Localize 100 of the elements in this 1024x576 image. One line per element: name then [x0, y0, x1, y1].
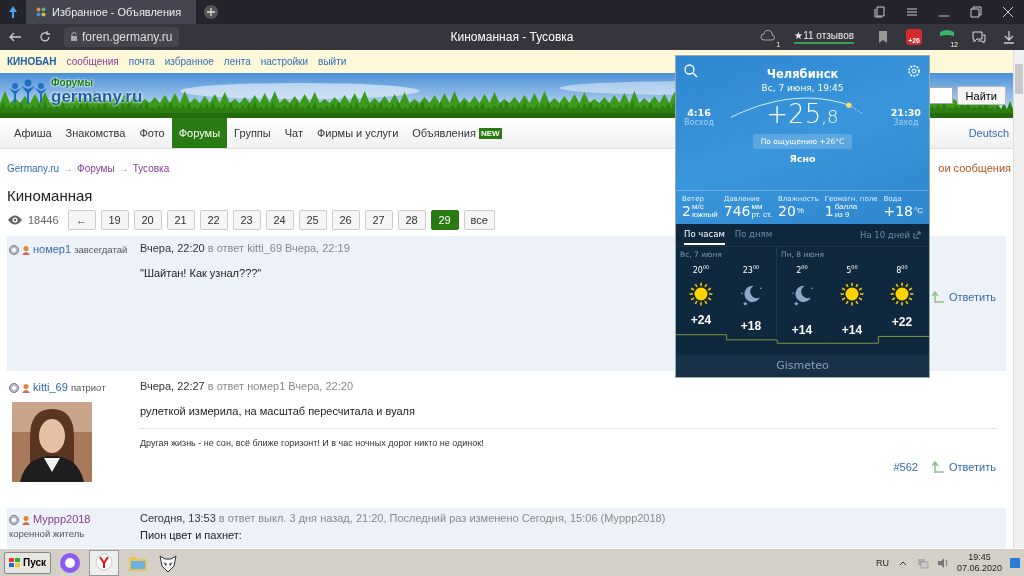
- page-button[interactable]: 28: [397, 210, 426, 230]
- breadcrumb-link[interactable]: Тусовка: [132, 162, 170, 174]
- post-text: "Шайтан! Как узнал???": [140, 267, 262, 280]
- stat-unit: мм: [751, 203, 764, 211]
- my-messages-link[interactable]: ои сообщения: [938, 162, 1013, 174]
- download-icon[interactable]: [1002, 30, 1016, 44]
- nav-tab[interactable]: Чат: [277, 118, 310, 148]
- hour-temperature: +18: [740, 318, 762, 333]
- sun-icon: [839, 280, 865, 307]
- user-icon: [21, 245, 31, 256]
- view-count: 18446: [28, 214, 59, 226]
- menu-icon[interactable]: [906, 6, 918, 18]
- nav-tab[interactable]: Фирмы и услуги: [309, 118, 406, 148]
- speaker-icon[interactable]: [936, 556, 949, 569]
- eye-icon: [7, 214, 23, 226]
- sunrise-time: 4:16: [687, 107, 711, 118]
- author-link[interactable]: Муррр2018: [33, 513, 91, 525]
- sun-icon: [688, 280, 714, 307]
- restore-icon[interactable]: [970, 6, 982, 18]
- page-button[interactable]: 26: [331, 210, 360, 230]
- show-desktop-button[interactable]: [1010, 557, 1020, 568]
- address-field[interactable]: foren.germany.ru: [64, 27, 179, 47]
- nav-tab[interactable]: Объявления NEW: [405, 118, 509, 148]
- breadcrumb-separator: →: [118, 162, 129, 174]
- start-button[interactable]: Пуск: [4, 551, 52, 574]
- author-link[interactable]: номер1: [33, 243, 72, 255]
- user-icon: [21, 383, 31, 394]
- page-button[interactable]: 20: [133, 210, 162, 230]
- top-link[interactable]: сообщения: [66, 56, 119, 67]
- scrollbar[interactable]: [1013, 50, 1024, 548]
- user-rank: завсегдатай: [74, 243, 128, 257]
- stat-note: из 9: [834, 211, 851, 219]
- nav-tab[interactable]: Группы: [227, 118, 278, 148]
- language-indicator[interactable]: RU: [875, 557, 889, 568]
- page-button[interactable]: все: [463, 210, 495, 230]
- hour-label: 2$^{00}$: [796, 263, 808, 276]
- nav-tab[interactable]: Знакомства: [58, 118, 133, 148]
- top-link[interactable]: настройки: [260, 56, 309, 67]
- windows-logo-icon: [9, 557, 21, 568]
- ten-day-link[interactable]: На 10 дней: [860, 230, 910, 240]
- post-time: Вчера, 22:27: [140, 380, 205, 392]
- reload-icon[interactable]: [38, 30, 52, 44]
- back-icon[interactable]: [8, 30, 22, 44]
- stat-value: +18: [883, 203, 913, 219]
- chat-icon[interactable]: [972, 30, 986, 44]
- external-link-icon[interactable]: [913, 231, 921, 239]
- sun-icon: [889, 280, 915, 307]
- brand-link[interactable]: КИНОБАН: [7, 56, 57, 67]
- browser-taskbar-icon[interactable]: [89, 549, 120, 576]
- weather-condition: Ясно: [788, 153, 817, 164]
- reply-link[interactable]: Ответить: [931, 290, 996, 304]
- author-link[interactable]: kitti_69: [33, 381, 68, 393]
- forecast-tab[interactable]: По часам: [684, 225, 725, 245]
- reply-link[interactable]: Ответить: [931, 460, 996, 474]
- page-button[interactable]: 19: [100, 210, 129, 230]
- page-button[interactable]: 24: [265, 210, 294, 230]
- settings-icon[interactable]: [907, 64, 921, 78]
- nav-tab[interactable]: Фото: [132, 118, 172, 148]
- browser-tab[interactable]: Избранное - Объявления: [26, 0, 196, 24]
- badge-icon: [9, 515, 19, 526]
- top-link[interactable]: лента: [223, 56, 251, 67]
- post-number-link[interactable]: #562: [893, 460, 918, 474]
- forecast-tab[interactable]: По дням: [734, 225, 773, 245]
- new-tab-icon[interactable]: [204, 5, 218, 19]
- post-text: Пион цвет и пахнет:: [140, 529, 242, 542]
- reply-arrow-icon: [931, 290, 944, 304]
- language-link[interactable]: Deutsch: [968, 127, 1013, 139]
- badge-icon: [9, 245, 19, 256]
- nav-tab[interactable]: Форумы: [171, 118, 228, 148]
- page-button[interactable]: 27: [364, 210, 393, 230]
- hour-temperature: +24: [690, 312, 712, 327]
- page-button[interactable]: 21: [166, 210, 195, 230]
- top-link[interactable]: выйти: [318, 56, 347, 67]
- close-icon[interactable]: [1002, 6, 1014, 18]
- top-link[interactable]: почта: [128, 56, 155, 67]
- page-button[interactable]: 25: [298, 210, 327, 230]
- collections-icon[interactable]: [874, 6, 886, 18]
- search-icon[interactable]: [684, 64, 698, 78]
- stat-value: 1: [824, 203, 834, 219]
- thread-title: Киноманная: [7, 187, 93, 205]
- post-time: Вчера, 22:20: [140, 242, 205, 254]
- stat-value: 2: [682, 203, 691, 219]
- badge-icon: [9, 383, 19, 394]
- breadcrumb-link[interactable]: Форумы: [77, 162, 115, 174]
- page-button[interactable]: ←: [67, 210, 96, 230]
- stat-unit: балла: [834, 203, 858, 211]
- page-button[interactable]: 23: [232, 210, 261, 230]
- search-button[interactable]: Найти: [956, 86, 1006, 105]
- breadcrumb-link[interactable]: Germany.ru: [7, 162, 60, 174]
- page-button[interactable]: 22: [199, 210, 228, 230]
- stat-unit: %: [796, 207, 804, 215]
- reviews-button[interactable]: ★11 отзывов: [794, 30, 855, 44]
- page-button[interactable]: 29: [430, 210, 459, 230]
- hour-label: 20$^{00}$: [692, 263, 710, 276]
- top-link[interactable]: избранное: [164, 56, 214, 67]
- lock-icon: [70, 32, 78, 42]
- clock[interactable]: 19:45 07.06.2020: [956, 551, 1002, 574]
- nav-tab[interactable]: Афиша: [7, 118, 59, 148]
- assistant-icon[interactable]: [59, 551, 82, 574]
- stat-value: 20: [777, 203, 796, 219]
